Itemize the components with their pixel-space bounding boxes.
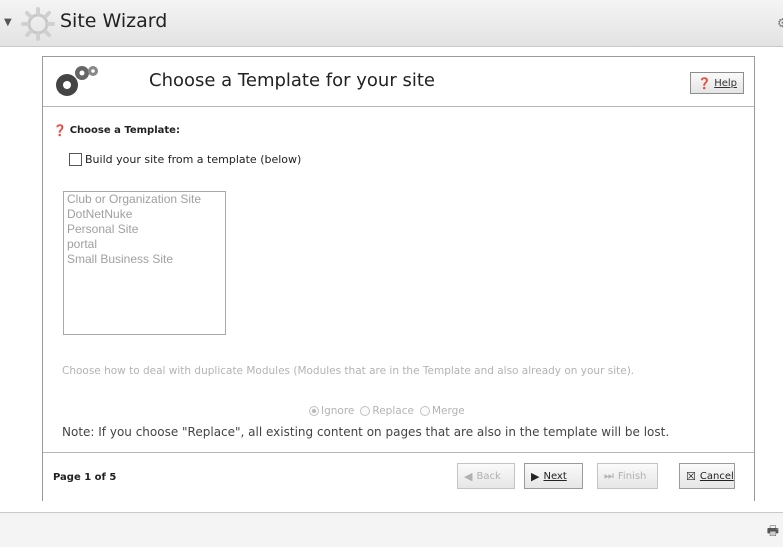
- radio-label: Merge: [431, 405, 465, 417]
- help-icon: ❓: [53, 124, 67, 137]
- section-heading-text: Choose a Template:: [69, 125, 180, 136]
- build-from-template-label[interactable]: Build your site from a template (below): [85, 153, 301, 166]
- wizard-dialog: Choose a Template for your site ❓ Help ❓…: [42, 56, 755, 501]
- settings-icon[interactable]: ⚙: [777, 16, 783, 28]
- list-item[interactable]: portal: [64, 237, 225, 252]
- printer-icon[interactable]: 🖶: [767, 522, 779, 544]
- cancel-button[interactable]: ☒ Cancel: [679, 463, 735, 489]
- page-indicator: Page 1 of 5: [53, 472, 117, 483]
- wizard-body: ❓ Choose a Template: Build your site fro…: [43, 107, 754, 451]
- finish-button[interactable]: ⏭ Finish: [597, 463, 658, 489]
- wizard-footer: Page 1 of 5 ◀ Back ▶ Next ⏭ Finish ☒ Can…: [43, 452, 754, 501]
- radio-ignore[interactable]: Ignore: [309, 405, 354, 417]
- radio-label: Ignore: [321, 405, 355, 417]
- radio-button[interactable]: [309, 406, 319, 416]
- finish-label: Finish: [617, 470, 647, 482]
- help-label: Help: [714, 77, 737, 89]
- radio-button[interactable]: [419, 406, 430, 416]
- help-icon: ❓: [697, 76, 712, 90]
- help-button[interactable]: ❓ Help: [690, 72, 744, 94]
- replace-note: Note: If you choose "Replace", all exist…: [62, 425, 670, 439]
- next-arrow-icon: ▶: [531, 469, 540, 483]
- list-item[interactable]: Club or Organization Site: [64, 192, 225, 207]
- wizard-header: Choose a Template for your site ❓ Help: [43, 57, 754, 107]
- title-bar: ▼ Site Wizard ⚙: [0, 0, 783, 47]
- radio-button[interactable]: [360, 406, 371, 416]
- duplicate-modules-options: Ignore Replace Merge: [309, 405, 465, 417]
- window-title: Site Wizard: [60, 10, 168, 32]
- page-title: Choose a Template for your site: [149, 70, 435, 91]
- close-icon: ☒: [686, 469, 696, 483]
- bottom-bar: 🖶: [0, 512, 783, 547]
- finish-arrow-icon: ⏭: [604, 469, 614, 482]
- gears-icon: [56, 66, 98, 96]
- radio-label: Replace: [372, 405, 414, 417]
- next-label: Next: [543, 470, 567, 482]
- section-heading: ❓ Choose a Template:: [53, 124, 180, 137]
- back-label: Back: [476, 470, 501, 482]
- back-button[interactable]: ◀ Back: [457, 463, 515, 489]
- cancel-label: Cancel: [699, 470, 734, 482]
- back-arrow-icon: ◀: [464, 469, 473, 483]
- collapse-arrow-icon[interactable]: ▼: [4, 17, 12, 28]
- template-list[interactable]: Club or Organization Site DotNetNuke Per…: [63, 191, 226, 335]
- build-from-template-row[interactable]: Build your site from a template (below): [69, 153, 301, 166]
- radio-merge[interactable]: Merge: [419, 405, 465, 417]
- build-from-template-checkbox[interactable]: [69, 153, 82, 166]
- duplicate-modules-text: Choose how to deal with duplicate Module…: [62, 365, 635, 377]
- next-button[interactable]: ▶ Next: [524, 463, 583, 489]
- list-item[interactable]: DotNetNuke: [64, 207, 225, 222]
- gear-icon: [21, 7, 55, 41]
- radio-replace[interactable]: Replace: [360, 405, 414, 417]
- list-item[interactable]: Personal Site: [64, 222, 225, 237]
- list-item[interactable]: Small Business Site: [64, 252, 225, 267]
